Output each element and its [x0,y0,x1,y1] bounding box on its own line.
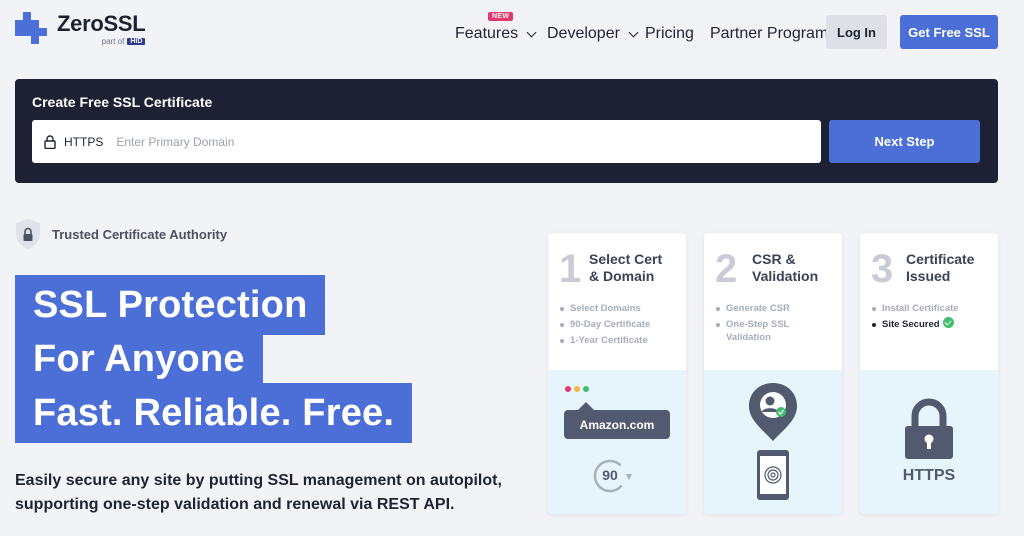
browser-domain-illustration [564,386,670,493]
hero-headline-1: SSL Protection [15,275,326,335]
new-badge: NEW [488,12,514,21]
login-button[interactable]: Log In [826,15,887,49]
lock-icon [44,134,56,149]
step-card-3: 3 Certificate Issued Install Certificate… [860,233,998,514]
step-title: CSR & Validation [752,251,819,284]
list-item-site-secured: Site Secured [871,317,959,333]
hid-logo: HID [127,38,146,45]
next-step-button[interactable]: Next Step [829,120,980,163]
nav-developer[interactable]: Developer [547,25,639,43]
list-item: Install Certificate [871,301,959,317]
list-item: One-Step SSL [715,317,790,333]
padlock-illustration [905,398,953,459]
nav-features[interactable]: Features [455,25,537,43]
step-list: Select Domains 90-Day Certificate 1-Year… [559,301,650,349]
hero-description: Easily secure any site by putting SSL ma… [15,472,502,513]
step-illustration [704,370,842,514]
list-item: Select Domains [559,301,650,317]
step-card-2: 2 CSR & Validation Generate CSR One-Step… [704,233,842,514]
nav-partner-program[interactable]: Partner Program [710,25,828,43]
protocol-label: HTTPS [64,134,104,149]
list-item: Generate CSR [715,301,790,317]
step-number: 2 [715,247,738,291]
get-free-ssl-button[interactable]: Get Free SSL [900,15,998,49]
step-card-1: 1 Select Cert & Domain Select Domains 90… [548,233,686,514]
hero-headline-2: For Anyone [15,329,263,389]
days-label: 90 [602,467,618,483]
hero-headline-3: Fast. Reliable. Free. [15,383,413,443]
logo-partof: part of HID [57,37,146,46]
step-title: Select Cert & Domain [589,251,663,284]
trusted-ca-badge: Trusted Certificate Authority [15,218,227,250]
domain-input[interactable] [116,134,717,149]
domain-field[interactable]: HTTPS [32,120,821,163]
user-fingerprint-illustration [749,383,797,500]
https-label: HTTPS [902,467,956,484]
create-certificate-panel: Create Free SSL Certificate HTTPS Next S… [15,79,998,183]
nav-pricing[interactable]: Pricing [645,25,694,43]
list-item: Validation [726,332,771,343]
chevron-down-icon [526,27,537,37]
list-item: 1-Year Certificate [559,333,650,349]
panel-title: Create Free SSL Certificate [32,94,213,110]
zerossl-logo[interactable]: ZeroSSL part of HID [15,11,146,46]
site-header: ZeroSSL part of HID NEW Features Develop… [0,0,1024,64]
check-icon [942,317,954,328]
chevron-down-icon [628,27,639,37]
step-illustration: Amazon.com 90 [548,370,686,514]
list-item: 90-Day Certificate [559,317,650,333]
zerossl-cross-icon [15,12,47,44]
step-number: 3 [871,247,894,291]
logo-wordmark: ZeroSSL [57,11,146,36]
domain-pill: Amazon.com [579,417,655,432]
step-list: Install Certificate Site Secured [871,301,959,333]
shield-lock-icon [16,219,40,249]
step-number: 1 [559,247,582,291]
trusted-ca-label: Trusted Certificate Authority [52,226,228,242]
step-illustration: HTTPS [860,370,998,514]
step-title: Certificate Issued [906,251,975,284]
step-list: Generate CSR One-Step SSL Validation [715,301,790,343]
